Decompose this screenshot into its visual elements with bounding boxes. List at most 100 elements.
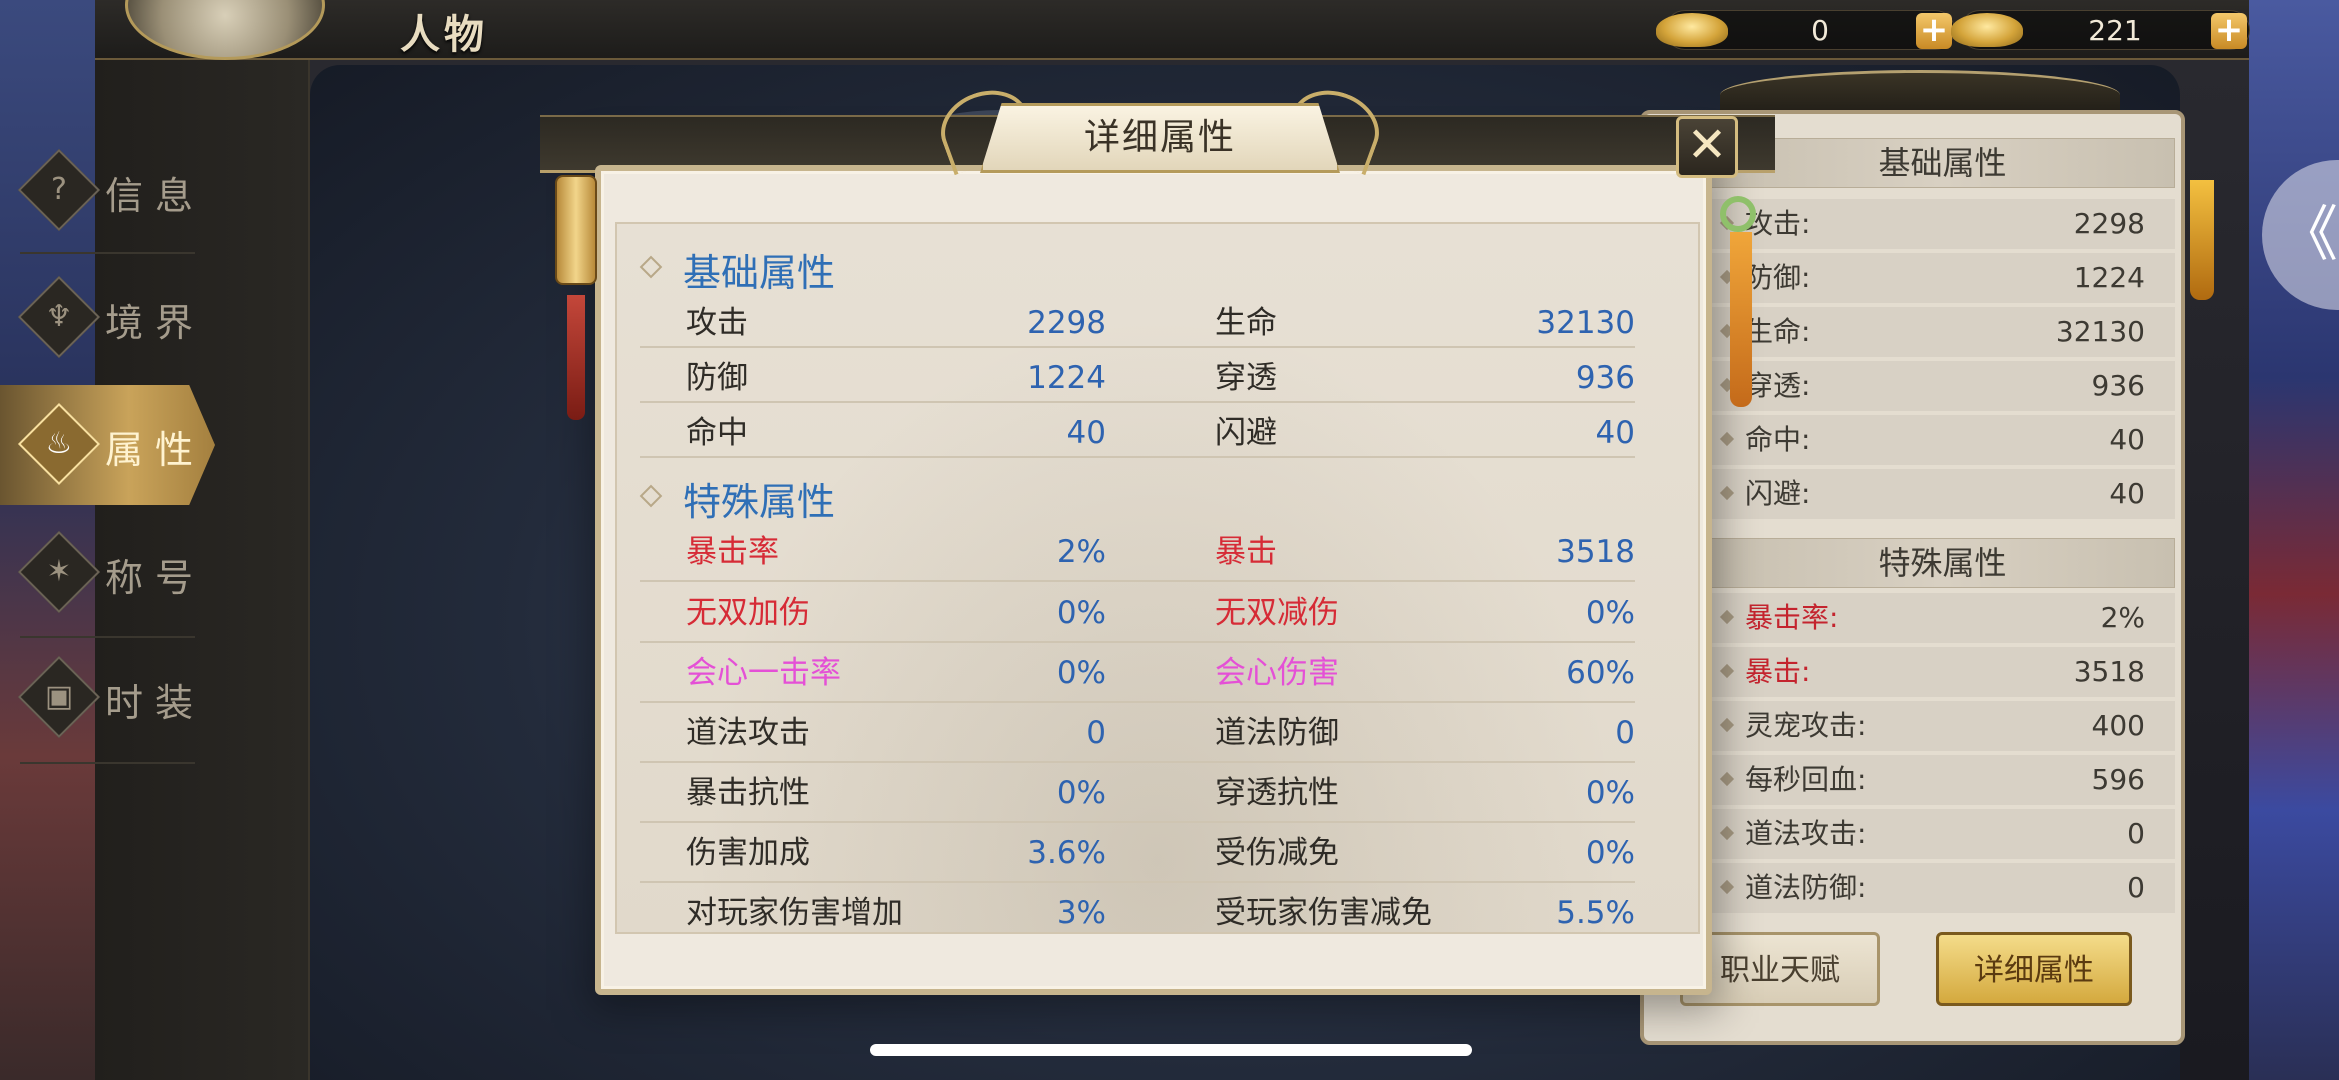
attr-row: 闪避 40 [1215, 406, 1635, 460]
right-basic-row: 闪避: 40 [1710, 469, 2175, 519]
attr-row: 会心伤害 60% [1215, 646, 1635, 700]
nav-item-info[interactable]: ? 信息 [0, 133, 215, 248]
attr-value: 0% [1585, 835, 1635, 871]
row-label: 暴击: [1745, 655, 1811, 688]
locked-ingot-icon [1951, 13, 2023, 47]
attr-value: 32130 [1536, 305, 1635, 341]
attr-row: 伤害加成 3.6% [686, 826, 1106, 880]
nav-item-realm[interactable]: ♆ 境界 [0, 260, 215, 375]
right-special-row: 道法攻击: 0 [1710, 809, 2175, 859]
bullet-icon [1719, 771, 1735, 787]
row-value: 3518 [2073, 655, 2145, 688]
attr-row: 道法防御 0 [1215, 706, 1635, 760]
nav-item-attributes[interactable]: ♨ 属性 [0, 385, 215, 505]
bullet-icon [1719, 663, 1735, 679]
nav-item-label: 属性 [105, 428, 206, 472]
row-label: 攻击: [1745, 207, 1811, 240]
bullet-icon [1719, 609, 1735, 625]
attr-label: 闪避 [1215, 415, 1277, 451]
nav-divider [20, 762, 195, 764]
nav-item-label: 时装 [105, 681, 206, 725]
currency-locked-add-button[interactable]: + [2211, 13, 2247, 49]
attr-value: 2298 [1027, 305, 1106, 341]
close-button[interactable]: ✕ [1676, 116, 1738, 178]
attr-value: 60% [1566, 655, 1635, 691]
attr-value: 1224 [1027, 360, 1106, 396]
right-basic-row: 命中: 40 [1710, 415, 2175, 465]
attr-value: 0 [1086, 715, 1106, 751]
attr-label: 受伤减免 [1215, 835, 1339, 871]
attr-row: 攻击 2298 [686, 296, 1106, 350]
row-label: 闪避: [1745, 477, 1811, 510]
row-divider [640, 881, 1635, 883]
home-indicator[interactable] [870, 1044, 1472, 1056]
nav-item-titles[interactable]: ✶ 称号 [0, 515, 215, 630]
butterfly-icon: ✶ [46, 554, 72, 589]
attr-row: 穿透抗性 0% [1215, 766, 1635, 820]
row-value: 1224 [2073, 261, 2145, 294]
right-special-row: 暴击率: 2% [1710, 593, 2175, 643]
row-value: 2% [2100, 601, 2145, 634]
attr-label: 暴击抗性 [686, 775, 810, 811]
row-label: 防御: [1745, 261, 1811, 294]
attr-label: 会心伤害 [1215, 655, 1339, 691]
attr-row: 穿透 936 [1215, 351, 1635, 405]
bullet-icon [1719, 825, 1735, 841]
row-value: 936 [2091, 369, 2145, 402]
attr-label: 道法防御 [1215, 715, 1339, 751]
attr-value: 3% [1056, 895, 1106, 931]
row-divider [640, 641, 1635, 643]
nav-divider [20, 636, 195, 638]
attr-row: 防御 1224 [686, 351, 1106, 405]
attr-label: 伤害加成 [686, 835, 810, 871]
attr-row: 受伤减免 0% [1215, 826, 1635, 880]
attr-value: 0% [1585, 775, 1635, 811]
row-value: 400 [2091, 709, 2145, 742]
attr-row: 无双减伤 0% [1215, 586, 1635, 640]
page-title: 人物 [400, 11, 488, 58]
row-label: 道法防御: [1745, 871, 1867, 904]
attr-label: 防御 [686, 360, 748, 396]
row-divider [640, 821, 1635, 823]
right-special-row: 每秒回血: 596 [1710, 755, 2175, 805]
currency-gold-add-button[interactable]: + [1916, 13, 1952, 49]
right-basic-row: 攻击: 2298 [1710, 199, 2175, 249]
attr-value: 0 [1615, 715, 1635, 751]
attr-label: 无双减伤 [1215, 595, 1339, 631]
currency-locked-value: 221 [2088, 14, 2142, 47]
row-value: 40 [2109, 423, 2145, 456]
row-label: 暴击率: [1745, 601, 1839, 634]
currency-gold-value: 0 [1811, 14, 1829, 47]
row-label: 道法攻击: [1745, 817, 1867, 850]
tassel-decoration [567, 295, 585, 420]
attr-value: 40 [1066, 415, 1106, 451]
attr-label: 穿透 [1215, 360, 1277, 396]
right-special-row: 灵宠攻击: 400 [1710, 701, 2175, 751]
attr-label: 命中 [686, 415, 748, 451]
right-basic-header: 基础属性 [1710, 138, 2175, 188]
nav-item-label: 境界 [105, 301, 206, 345]
row-label: 命中: [1745, 423, 1811, 456]
detail-attributes-button[interactable]: 详细属性 [1936, 932, 2132, 1006]
row-value: 0 [2127, 817, 2145, 850]
basic-section-title: 基础属性 [683, 251, 836, 295]
nav-item-label: 信息 [105, 174, 206, 218]
attr-label: 会心一击率 [686, 655, 841, 691]
row-divider [640, 701, 1635, 703]
row-label: 灵宠攻击: [1745, 709, 1867, 742]
attr-row: 暴击抗性 0% [686, 766, 1106, 820]
nav-divider [20, 252, 195, 254]
attr-row: 命中 40 [686, 406, 1106, 460]
attr-label: 受玩家伤害减免 [1215, 895, 1432, 931]
attr-value: 0% [1585, 595, 1635, 631]
nav-item-fashion[interactable]: ▣ 时装 [0, 640, 215, 755]
row-label: 穿透: [1745, 369, 1811, 402]
row-divider [640, 580, 1635, 582]
attr-row: 会心一击率 0% [686, 646, 1106, 700]
attr-row: 对玩家伤害增加 3% [686, 886, 1106, 940]
meditation-icon: ♆ [45, 299, 73, 334]
armor-icon: ▣ [44, 679, 74, 714]
row-divider [640, 456, 1635, 458]
bullet-icon [1719, 485, 1735, 501]
attr-label: 穿透抗性 [1215, 775, 1339, 811]
